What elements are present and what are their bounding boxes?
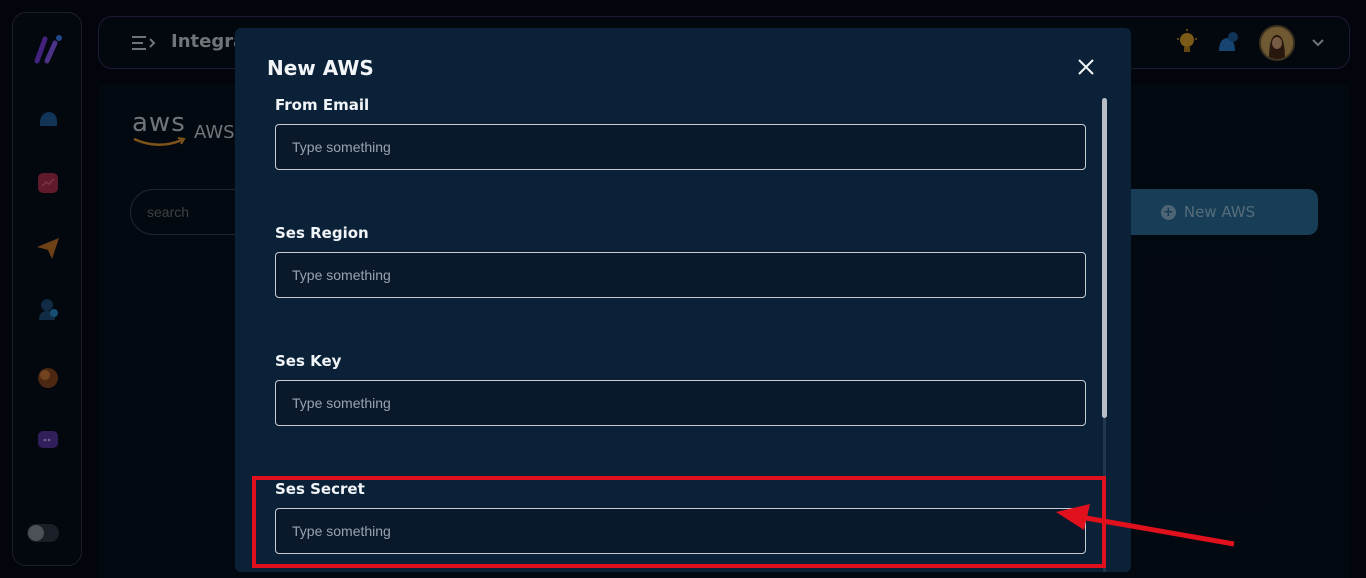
ses-region-field[interactable] bbox=[275, 252, 1086, 298]
ses-secret-field[interactable] bbox=[275, 508, 1086, 554]
modal-title: New AWS bbox=[267, 56, 374, 80]
new-aws-modal: New AWS From Email Ses Region Ses Key Se… bbox=[235, 28, 1131, 572]
scrollbar-thumb[interactable] bbox=[1102, 98, 1107, 418]
ses-region-label: Ses Region bbox=[275, 224, 369, 242]
ses-key-label: Ses Key bbox=[275, 352, 342, 370]
close-icon[interactable] bbox=[1075, 56, 1097, 78]
from-email-field[interactable] bbox=[275, 124, 1086, 170]
ses-key-field[interactable] bbox=[275, 380, 1086, 426]
from-email-label: From Email bbox=[275, 96, 370, 114]
ses-secret-label: Ses Secret bbox=[275, 480, 365, 498]
